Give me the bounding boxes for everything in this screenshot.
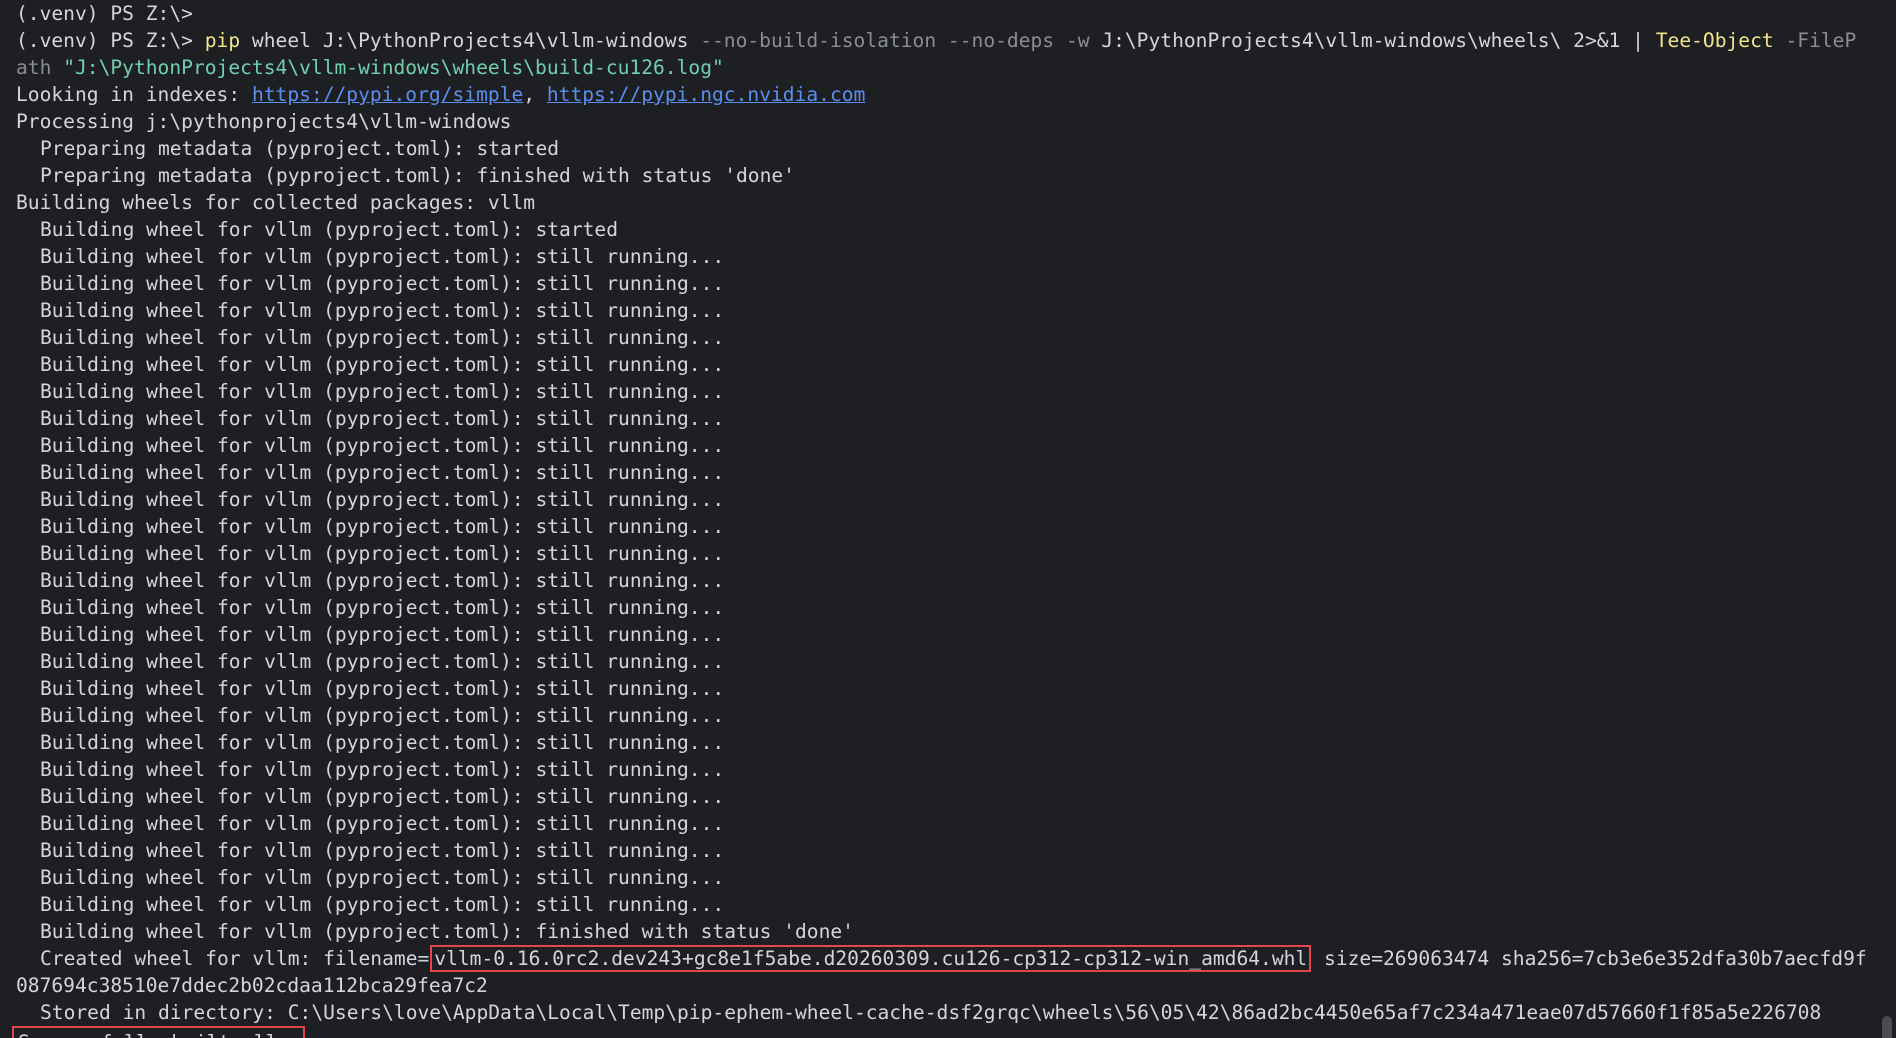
running-line: Building wheel for vllm (pyproject.toml)… [40, 569, 725, 592]
build-started-line: Building wheel for vllm (pyproject.toml)… [40, 218, 619, 241]
command-name: pip [204, 29, 241, 52]
running-line: Building wheel for vllm (pyproject.toml)… [40, 839, 725, 862]
running-line: Building wheel for vllm (pyproject.toml)… [40, 461, 725, 484]
created-prefix: Created wheel for vllm: filename= [40, 947, 430, 970]
running-lines: Building wheel for vllm (pyproject.toml)… [16, 243, 1896, 918]
command-param-wrap: ath [16, 56, 64, 79]
running-line: Building wheel for vllm (pyproject.toml)… [40, 758, 725, 781]
running-line: Building wheel for vllm (pyproject.toml)… [40, 434, 725, 457]
running-line: Building wheel for vllm (pyproject.toml)… [40, 866, 725, 889]
running-line: Building wheel for vllm (pyproject.toml)… [40, 380, 725, 403]
running-line: Building wheel for vllm (pyproject.toml)… [40, 704, 725, 727]
running-line: Building wheel for vllm (pyproject.toml)… [40, 596, 725, 619]
running-line: Building wheel for vllm (pyproject.toml)… [40, 785, 725, 808]
success-highlight: Successfully built vllm [12, 1026, 306, 1038]
created-wheel-wrap: 087694c38510e7ddec2b02cdaa112bca29fea7c2 [16, 974, 488, 997]
command-string: "J:\PythonProjects4\vllm-windows\wheels\… [63, 56, 724, 79]
metadata-done-line: Preparing metadata (pyproject.toml): fin… [40, 164, 795, 187]
command-param: -FileP [1773, 29, 1857, 52]
prompt: (.venv) PS Z:\> [16, 29, 205, 52]
build-done-line: Building wheel for vllm (pyproject.toml)… [40, 920, 854, 943]
command-line-wrap: ath "J:\PythonProjects4\vllm-windows\whe… [16, 54, 1896, 81]
index-link-nvidia[interactable]: https://pypi.ngc.nvidia.com [547, 83, 866, 106]
running-line: Building wheel for vllm (pyproject.toml)… [40, 407, 725, 430]
running-line: Building wheel for vllm (pyproject.toml)… [40, 326, 725, 349]
processing-line: Processing j:\pythonprojects4\vllm-windo… [16, 110, 512, 133]
index-link-pypi[interactable]: https://pypi.org/simple [252, 83, 523, 106]
created-suffix: size=269063474 sha256=7cb3e6e352dfa30b7a… [1312, 947, 1867, 970]
indexes-line: Looking in indexes: https://pypi.org/sim… [16, 81, 1896, 108]
scrollbar-thumb[interactable] [1882, 1016, 1892, 1038]
indexes-sep: , [523, 83, 547, 106]
running-line: Building wheel for vllm (pyproject.toml)… [40, 515, 725, 538]
running-line: Building wheel for vllm (pyproject.toml)… [40, 542, 725, 565]
command-args-2: J:\PythonProjects4\vllm-windows\wheels\ … [1089, 29, 1656, 52]
running-line: Building wheel for vllm (pyproject.toml)… [40, 677, 725, 700]
running-line: Building wheel for vllm (pyproject.toml)… [40, 272, 725, 295]
prompt-line: (.venv) PS Z:\> [16, 2, 193, 25]
running-line: Building wheel for vllm (pyproject.toml)… [40, 488, 725, 511]
running-line: Building wheel for vllm (pyproject.toml)… [40, 893, 725, 916]
running-line: Building wheel for vllm (pyproject.toml)… [40, 353, 725, 376]
success-line: Successfully built vllm [12, 1026, 1896, 1038]
running-line: Building wheel for vllm (pyproject.toml)… [40, 245, 725, 268]
running-line: Building wheel for vllm (pyproject.toml)… [40, 812, 725, 835]
wheel-filename-highlight: vllm-0.16.0rc2.dev243+gc8e1f5abe.d202603… [430, 945, 1312, 972]
running-line: Building wheel for vllm (pyproject.toml)… [40, 623, 725, 646]
command-name-2: Tee-Object [1655, 29, 1774, 52]
running-line: Building wheel for vllm (pyproject.toml)… [40, 650, 725, 673]
building-collected-line: Building wheels for collected packages: … [16, 191, 536, 214]
running-line: Building wheel for vllm (pyproject.toml)… [40, 299, 725, 322]
command-args: wheel J:\PythonProjects4\vllm-windows [240, 29, 701, 52]
running-line: Building wheel for vllm (pyproject.toml)… [40, 731, 725, 754]
terminal-window[interactable]: (.venv) PS Z:\> (.venv) PS Z:\> pip whee… [0, 0, 1896, 1038]
command-flags: --no-build-isolation --no-deps -w [700, 29, 1090, 52]
command-line: (.venv) PS Z:\> pip wheel J:\PythonProje… [16, 27, 1896, 54]
metadata-started-line: Preparing metadata (pyproject.toml): sta… [40, 137, 560, 160]
created-wheel-line: Created wheel for vllm: filename= vllm-0.… [16, 945, 1896, 972]
indexes-prefix: Looking in indexes: [16, 83, 252, 106]
stored-line: Stored in directory: C:\Users\love\AppDa… [40, 1001, 1822, 1024]
